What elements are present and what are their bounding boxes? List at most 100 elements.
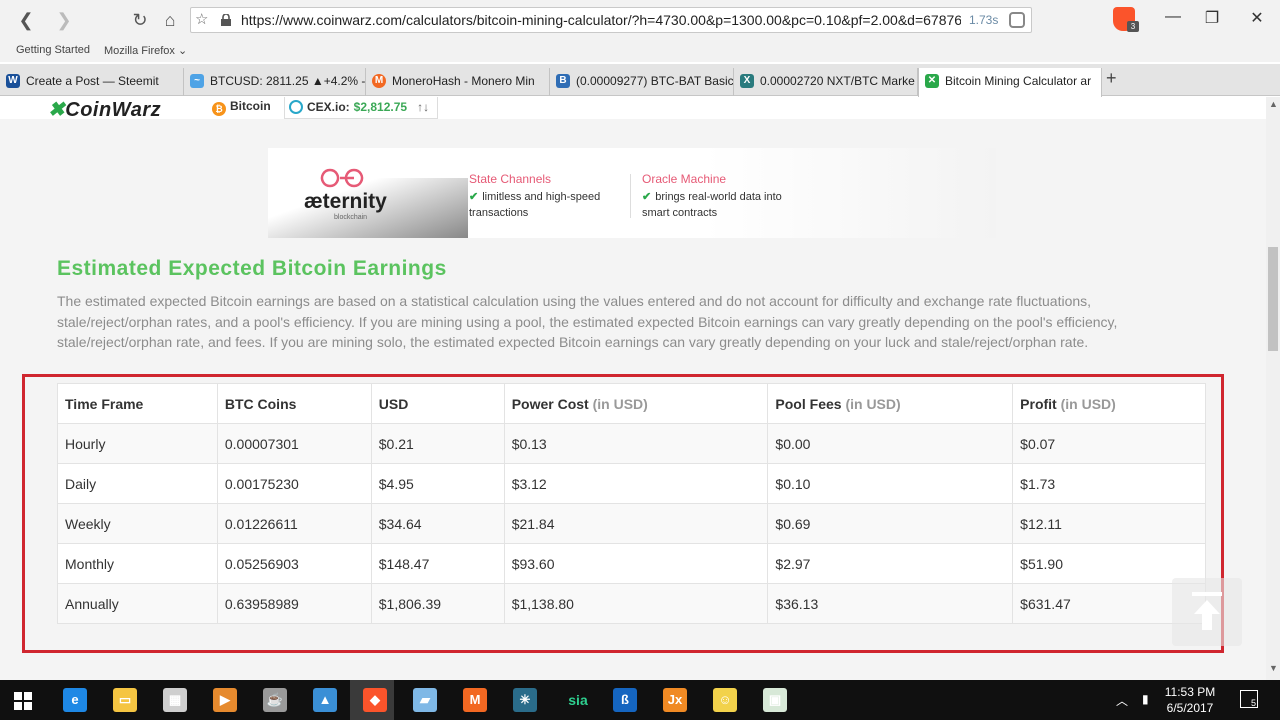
- table-row: Monthly 0.05256903 $148.47 $93.60 $2.97 …: [57, 543, 1206, 584]
- clock-date: 6/5/2017: [1166, 701, 1214, 715]
- reload-icon[interactable]: ↻: [128, 8, 152, 32]
- store-icon[interactable]: ▦: [163, 688, 187, 712]
- sia-icon[interactable]: sia: [563, 688, 593, 712]
- bitcoin-icon: ₿: [212, 102, 226, 116]
- forward-icon[interactable]: ❯: [52, 8, 76, 32]
- table-row: Annually 0.63958989 $1,806.39 $1,138.80 …: [57, 583, 1206, 624]
- jaxx-icon[interactable]: Jx: [663, 688, 687, 712]
- cell-pool-fees: $0.69: [767, 503, 1014, 544]
- scrollbar-thumb[interactable]: [1268, 247, 1278, 351]
- bittrex-icon: B: [556, 74, 570, 88]
- cell-time-frame: Weekly: [57, 503, 218, 544]
- notepad-icon[interactable]: ▰: [413, 688, 437, 712]
- edge-icon[interactable]: e: [63, 688, 87, 712]
- photo-icon[interactable]: ▲: [313, 688, 337, 712]
- back-icon[interactable]: ❮: [14, 8, 38, 32]
- check-icon: ✔: [642, 191, 652, 203]
- header-power-cost: Power Cost (in USD): [503, 383, 769, 424]
- address-bar[interactable]: ☆ https://www.coinwarz.com/calculators/b…: [190, 7, 1032, 33]
- ad-brand-sub: blockchain: [334, 214, 368, 221]
- cell-usd: $4.95: [370, 463, 505, 504]
- page-scrollbar[interactable]: ▲ ▼: [1266, 97, 1280, 680]
- bittrex-icon[interactable]: ß: [613, 688, 637, 712]
- tab-poloniex[interactable]: X 0.00002720 NXT/BTC Marke: [734, 68, 918, 96]
- tab-monerohash[interactable]: M MoneroHash - Monero Min: [366, 68, 550, 96]
- bookmark-mozilla-firefox[interactable]: Mozilla Firefox ⌄: [104, 44, 187, 57]
- cex-icon: [289, 100, 303, 114]
- cell-time-frame: Monthly: [57, 543, 218, 584]
- windows-start-icon[interactable]: [14, 692, 32, 710]
- tab-steemit[interactable]: W Create a Post — Steemit: [0, 68, 184, 96]
- load-time: 1.73s: [969, 13, 999, 27]
- bookmark-getting-started[interactable]: Getting Started: [16, 44, 90, 56]
- cell-power-cost: $93.60: [503, 543, 769, 584]
- cell-pool-fees: $36.13: [767, 583, 1014, 624]
- cell-usd: $1,806.39: [370, 583, 505, 624]
- bookmarks-bar: Getting Started Mozilla Firefox ⌄: [0, 40, 1280, 62]
- arrow-up-icon: [1192, 592, 1222, 630]
- coinwarz-icon: ✕: [925, 74, 939, 88]
- ad-col1-title: State Channels: [469, 172, 552, 186]
- scroll-down-icon[interactable]: ▼: [1269, 663, 1278, 673]
- tab-btcusd[interactable]: ~ BTCUSD: 2811.25 ▲+4.2% -: [184, 68, 366, 96]
- media-player-icon[interactable]: ▶: [213, 688, 237, 712]
- cell-btc-coins: 0.01226611: [216, 503, 372, 544]
- poloniex-icon: X: [740, 74, 754, 88]
- network-icon[interactable]: ▮: [1142, 692, 1149, 706]
- tab-bittrex[interactable]: B (0.00009277) BTC-BAT Basic: [550, 68, 734, 96]
- minimize-icon[interactable]: —: [1163, 8, 1183, 26]
- tab-label: MoneroHash - Monero Min: [392, 74, 535, 88]
- tab-bitcoin-mining-calculator[interactable]: ✕ Bitcoin Mining Calculator ar: [918, 68, 1102, 97]
- terminal-icon[interactable]: ▣: [763, 688, 787, 712]
- cell-power-cost: $1,138.80: [503, 583, 769, 624]
- sort-arrows-icon: ↑↓: [417, 100, 430, 114]
- coinwarz-logo[interactable]: ✖CoinWarz: [48, 97, 161, 122]
- tab-label: Bitcoin Mining Calculator ar: [945, 74, 1092, 88]
- table-header-row: Time Frame BTC Coins USD Power Cost (in …: [57, 383, 1206, 424]
- steemit-icon: W: [6, 74, 20, 88]
- maximize-icon[interactable]: ❐: [1202, 8, 1222, 28]
- scroll-to-top-button[interactable]: [1172, 578, 1242, 646]
- scroll-up-icon[interactable]: ▲: [1269, 99, 1278, 109]
- tab-label: Create a Post — Steemit: [26, 74, 159, 88]
- url-text[interactable]: https://www.coinwarz.com/calculators/bit…: [241, 8, 961, 32]
- cell-pool-fees: $2.97: [767, 543, 1014, 584]
- cell-btc-coins: 0.00175230: [216, 463, 372, 504]
- lock-icon: [221, 14, 231, 26]
- file-explorer-icon[interactable]: ▭: [113, 688, 137, 712]
- brave-icon[interactable]: ◆: [363, 688, 387, 712]
- ad-brand: æternity: [304, 190, 387, 213]
- nicehash-icon[interactable]: ✳: [513, 688, 537, 712]
- clock-time: 11:53 PM: [1164, 685, 1216, 699]
- header-usd: USD: [370, 383, 505, 424]
- monero-icon[interactable]: M: [463, 688, 487, 712]
- cell-usd: $34.64: [370, 503, 505, 544]
- brave-shield-count: 3: [1127, 21, 1139, 32]
- table-row: Hourly 0.00007301 $0.21 $0.13 $0.00 $0.0…: [57, 423, 1206, 464]
- system-clock[interactable]: 11:53 PM 6/5/2017: [1160, 684, 1220, 716]
- advertisement-banner[interactable]: æternity blockchain State Channels ✔ limi…: [268, 148, 996, 238]
- check-icon: ✔: [469, 191, 479, 203]
- cell-time-frame: Daily: [57, 463, 218, 504]
- header-time-frame: Time Frame: [57, 383, 218, 424]
- cell-btc-coins: 0.63958989: [216, 583, 372, 624]
- notifications-icon[interactable]: 5: [1240, 690, 1258, 708]
- exchange-ticker[interactable]: CEX.io: $2,812.75 ↑↓: [284, 97, 439, 119]
- home-icon[interactable]: ⌂: [158, 8, 182, 32]
- bookmark-star-icon[interactable]: ☆: [195, 8, 208, 32]
- emoji-icon[interactable]: ☺: [713, 688, 737, 712]
- tab-strip: W Create a Post — Steemit ~ BTCUSD: 2811…: [0, 64, 1280, 97]
- shield-icon[interactable]: [1009, 12, 1025, 28]
- new-tab-icon[interactable]: +: [1106, 68, 1117, 89]
- logo-mark-icon: ✖: [48, 99, 66, 121]
- page-content: ✖CoinWarz ₿ Bitcoin CEX.io: $2,812.75 ↑↓ æt…: [0, 97, 1266, 680]
- header-profit: Profit (in USD): [1012, 383, 1206, 424]
- tray-chevron-icon[interactable]: ︿: [1116, 692, 1128, 709]
- cell-time-frame: Hourly: [57, 423, 218, 464]
- cell-power-cost: $21.84: [503, 503, 769, 544]
- chart-icon: ~: [190, 74, 204, 88]
- coin-selector[interactable]: ₿ Bitcoin: [212, 99, 271, 116]
- close-icon[interactable]: ✕: [1247, 8, 1267, 28]
- java-icon[interactable]: ☕: [263, 688, 287, 712]
- aeternity-logo-icon: [320, 168, 364, 188]
